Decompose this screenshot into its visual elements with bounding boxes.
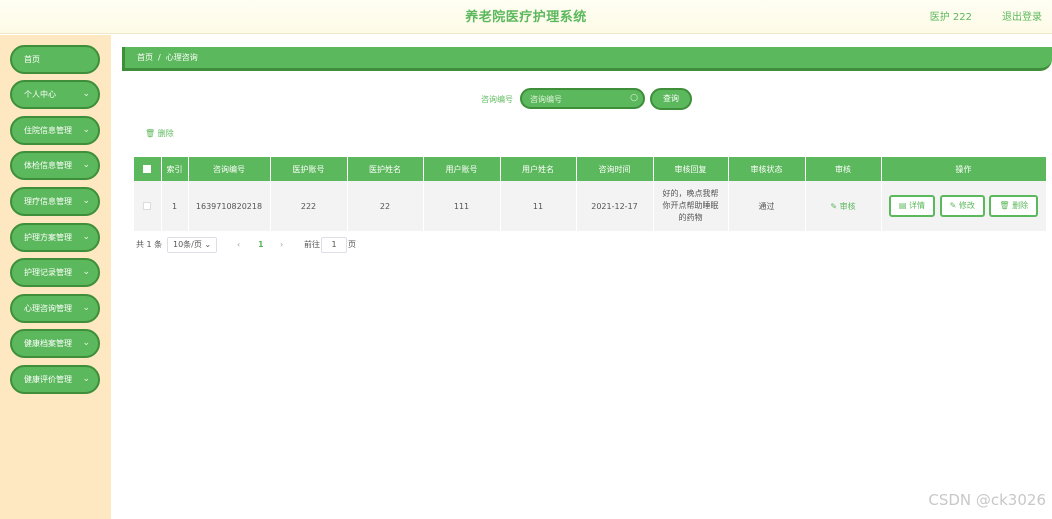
sidebar-item-label: 心理咨询管理 <box>24 304 72 313</box>
column-header: 索引 <box>161 157 189 181</box>
consultation-table: 索引 咨询编号 医护账号 医护姓名 用户账号 用户姓名 咨询时间 审核回复 审核… <box>134 157 1047 231</box>
column-header: 审核状态 <box>728 157 806 181</box>
select-all-header[interactable] <box>134 157 162 181</box>
column-header: 用户账号 <box>423 157 501 181</box>
chevron-down-icon: ⌄ <box>82 125 90 135</box>
sidebar-item-personal-center[interactable]: 个人中心 ⌄ <box>10 80 100 109</box>
sidebar-item-label: 理疗信息管理 <box>24 197 72 206</box>
sidebar-item-hospitalization[interactable]: 住院信息管理 ⌄ <box>10 116 100 145</box>
column-header: 咨询时间 <box>576 157 654 181</box>
cell-actions: ▤ 详情 ✎ 修改 🗑 删除 <box>881 181 1047 231</box>
select-all-checkbox[interactable] <box>143 165 152 173</box>
edit-icon: ✎ <box>949 201 957 210</box>
cell-audit: ✎ 审核 <box>805 181 882 231</box>
sidebar-item-label: 体检信息管理 <box>24 161 72 170</box>
watermark: CSDN @ck3026 <box>928 491 1046 509</box>
chevron-down-icon: ⌄ <box>204 240 212 249</box>
sidebar-item-care-plan[interactable]: 护理方案管理 ⌄ <box>10 223 100 252</box>
column-header: 操作 <box>881 157 1047 181</box>
trash-icon: 🗑 <box>145 129 156 138</box>
edit-button[interactable]: ✎ 修改 <box>939 195 985 217</box>
breadcrumb: 首页 / 心理咨询 <box>122 47 1052 71</box>
search-label: 咨询编号 <box>481 95 513 104</box>
sidebar-item-label: 住院信息管理 <box>24 126 72 135</box>
current-user: 医护 222 <box>929 12 972 23</box>
top-bar: 养老院医疗护理系统 医护 222 退出登录 <box>0 0 1052 34</box>
cell-staff-name: 22 <box>347 181 424 231</box>
chevron-down-icon: ⌄ <box>82 89 90 99</box>
audit-link[interactable]: ✎ 审核 <box>830 202 855 211</box>
cell-status: 通过 <box>728 181 806 231</box>
sidebar-item-label: 个人中心 <box>24 90 56 99</box>
pagination-total: 共 1 条 <box>136 240 163 249</box>
detail-button[interactable]: ▤ 详情 <box>888 195 936 217</box>
breadcrumb-home[interactable]: 首页 <box>137 53 153 62</box>
app-title: 养老院医疗护理系统 <box>465 10 587 25</box>
chevron-down-icon: ⌄ <box>82 196 90 206</box>
sidebar-item-label: 健康档案管理 <box>24 339 72 348</box>
chevron-down-icon: ⌄ <box>82 303 90 313</box>
edit-icon: ✎ <box>830 201 838 211</box>
column-header: 医护账号 <box>270 157 348 181</box>
cell-consult-no: 1639710820218 <box>188 181 271 231</box>
sidebar-item-label: 护理方案管理 <box>24 233 72 242</box>
cell-user-name: 11 <box>500 181 577 231</box>
chevron-down-icon: ⌄ <box>82 267 90 277</box>
detail-label: 详情 <box>909 201 926 210</box>
bulk-delete-button[interactable]: 🗑 删除 <box>145 128 174 139</box>
search-input[interactable] <box>530 92 628 106</box>
sidebar-item-checkup[interactable]: 体检信息管理 ⌄ <box>10 151 100 180</box>
sidebar-item-health-evaluation[interactable]: 健康评价管理 ⌄ <box>10 365 100 394</box>
page-number-current[interactable]: 1 <box>258 237 264 253</box>
cell-user-account: 111 <box>423 181 501 231</box>
row-checkbox[interactable] <box>143 202 152 210</box>
sidebar-item-label: 护理记录管理 <box>24 268 72 277</box>
page-unit-label: 页 <box>348 240 356 249</box>
sidebar-item-therapy[interactable]: 理疗信息管理 ⌄ <box>10 187 100 216</box>
column-header: 审核 <box>805 157 882 181</box>
delete-label: 删除 <box>1012 201 1029 210</box>
logout-link[interactable]: 退出登录 <box>1002 8 1042 23</box>
trash-icon: 🗑 <box>999 201 1010 210</box>
reply-text: 好的，晚点我帮你开点帮助睡眠的药物 <box>662 189 719 222</box>
sidebar-item-label: 首页 <box>24 55 40 64</box>
goto-label: 前往 <box>304 240 320 249</box>
column-header: 审核回复 <box>653 157 729 181</box>
column-header: 用户姓名 <box>500 157 577 181</box>
cell-reply: 好的，晚点我帮你开点帮助睡眠的药物 <box>653 181 729 231</box>
row-select-cell[interactable] <box>134 181 162 231</box>
edit-label: 修改 <box>958 201 975 210</box>
cell-time: 2021-12-17 <box>576 181 654 231</box>
table-header-row: 索引 咨询编号 医护账号 医护姓名 用户账号 用户姓名 咨询时间 审核回复 审核… <box>134 157 1047 181</box>
table-row: 1 1639710820218 222 22 111 11 2021-12-17… <box>134 181 1047 231</box>
chevron-down-icon: ⌄ <box>82 232 90 242</box>
cell-index: 1 <box>161 181 189 231</box>
chevron-down-icon: ⌄ <box>82 338 90 348</box>
chevron-down-icon: ⌄ <box>82 160 90 170</box>
column-header: 咨询编号 <box>188 157 271 181</box>
page-size-value: 10条/页 <box>173 240 202 249</box>
breadcrumb-separator: / <box>158 53 161 62</box>
sidebar-item-health-archive[interactable]: 健康档案管理 ⌄ <box>10 329 100 358</box>
bulk-delete-label: 删除 <box>157 129 174 138</box>
chevron-down-icon: ⌄ <box>82 374 90 384</box>
search-button[interactable]: 查询 <box>650 88 692 110</box>
goto-page-input[interactable]: 1 <box>321 237 347 253</box>
delete-button[interactable]: 🗑 删除 <box>989 195 1039 217</box>
column-header: 医护姓名 <box>347 157 424 181</box>
cell-staff-account: 222 <box>270 181 348 231</box>
document-icon: ▤ <box>898 201 907 210</box>
sidebar-item-counseling[interactable]: 心理咨询管理 ⌄ <box>10 294 100 323</box>
search-icon: ○ <box>630 93 638 103</box>
page-size-select[interactable]: 10条/页 ⌄ <box>167 237 218 253</box>
prev-page-button[interactable]: ‹ <box>237 237 240 253</box>
sidebar-item-care-record[interactable]: 护理记录管理 ⌄ <box>10 258 100 287</box>
search-field[interactable]: ○ <box>520 88 645 109</box>
sidebar: 首页 个人中心 ⌄ 住院信息管理 ⌄ 体检信息管理 ⌄ 理疗信息管理 ⌄ 护理方案管理 ⌄… <box>0 35 111 519</box>
sidebar-item-label: 健康评价管理 <box>24 375 72 384</box>
next-page-button[interactable]: › <box>280 237 283 253</box>
breadcrumb-current: 心理咨询 <box>165 53 198 62</box>
audit-label: 审核 <box>839 201 856 211</box>
sidebar-item-home[interactable]: 首页 <box>10 45 100 74</box>
